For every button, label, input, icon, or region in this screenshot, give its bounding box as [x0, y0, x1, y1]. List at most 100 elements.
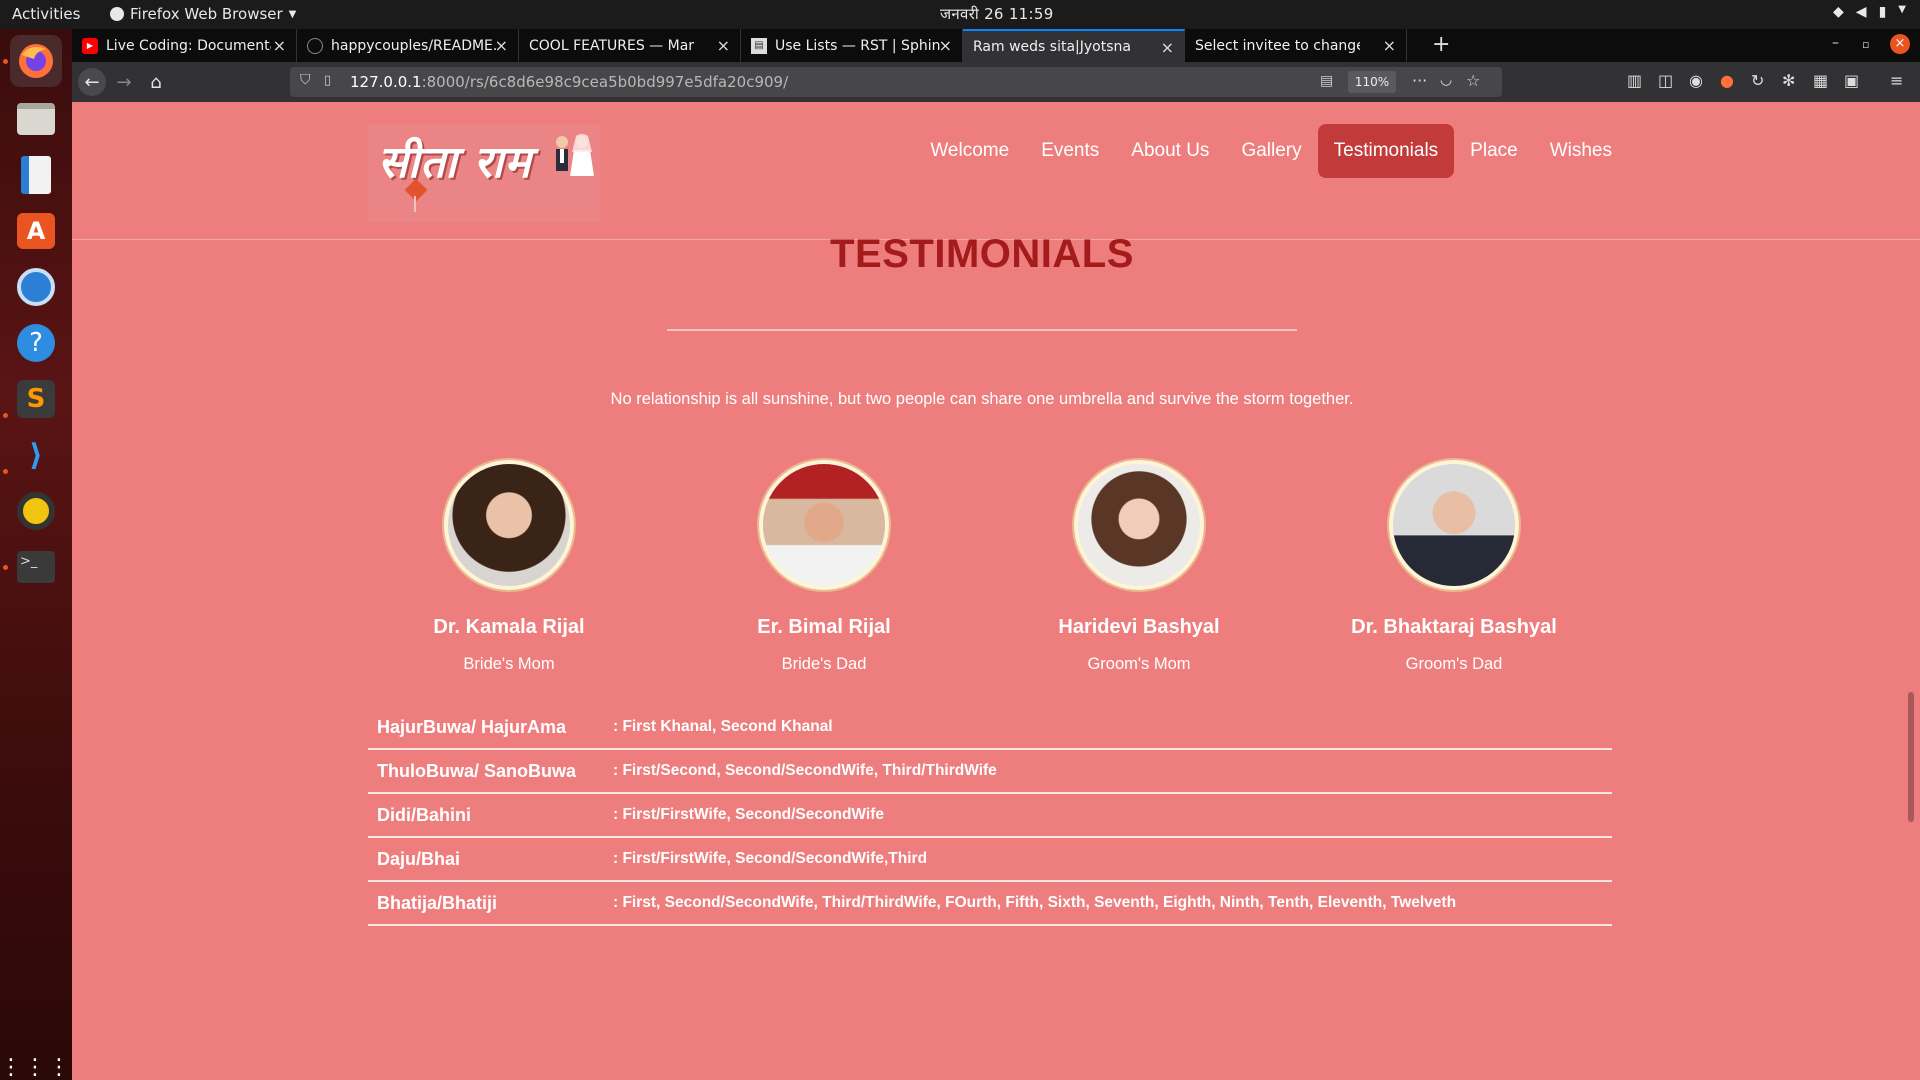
relation-key: HajurBuwa/ HajurAma: [377, 716, 567, 737]
relation-key: ThuloBuwa/ SanoBuwa: [377, 760, 577, 781]
nav-events[interactable]: Events: [1025, 124, 1115, 178]
nav-about-us[interactable]: About Us: [1115, 124, 1225, 178]
relation-value: : First, Second/SecondWife, Third/ThirdW…: [613, 894, 1457, 911]
tab-label: Select invitee to change | D: [1195, 37, 1360, 54]
zoom-level[interactable]: 110%: [1348, 71, 1396, 93]
nav-wishes[interactable]: Wishes: [1534, 124, 1628, 178]
battery-icon: ▮: [1878, 4, 1887, 20]
shield-icon[interactable]: ⛉: [300, 72, 311, 88]
account-icon[interactable]: ◉: [1689, 71, 1703, 90]
tab[interactable]: happycouples/README. ×: [297, 29, 519, 62]
vscode-icon[interactable]: ⟩: [10, 429, 62, 481]
avatar: [759, 460, 889, 590]
tab-label: Live Coding: Documentat: [106, 37, 271, 54]
home-icon[interactable]: ⌂: [142, 68, 170, 96]
app-menu-label: Firefox Web Browser: [130, 5, 283, 23]
hamburger-menu-icon[interactable]: ≡: [1890, 71, 1903, 90]
tab-label: Ram weds sita|Jyotsna: [973, 38, 1131, 55]
firefox-dock-icon[interactable]: [10, 35, 62, 87]
site-logo[interactable]: सीता राम: [368, 124, 600, 222]
nav-gallery[interactable]: Gallery: [1225, 124, 1317, 178]
relation-key: Bhatija/Bhatiji: [377, 892, 498, 913]
site-nav: Welcome Events About Us Gallery Testimon…: [914, 124, 1628, 178]
page-info-icon[interactable]: ▯: [324, 73, 331, 88]
running-indicator: [3, 59, 8, 64]
relations-table: HajurBuwa/ HajurAma : First Khanal, Seco…: [368, 706, 1612, 926]
tab-active[interactable]: Ram weds sita|Jyotsna ×: [963, 29, 1185, 62]
terminal-icon[interactable]: >_: [10, 541, 62, 593]
person-role: Groom's Mom: [1087, 655, 1191, 673]
url-host: 127.0.0.1: [350, 73, 422, 91]
person-name: Dr. Bhaktaraj Bashyal: [1351, 616, 1557, 638]
react-devtools-icon[interactable]: ✻: [1782, 71, 1795, 90]
notes-icon[interactable]: ▣: [1844, 71, 1859, 90]
new-tab-button[interactable]: +: [1432, 32, 1450, 57]
system-top-bar: Activities Firefox Web Browser ▼ जनवरी 2…: [0, 0, 1920, 29]
close-icon[interactable]: ×: [273, 36, 286, 55]
avatar: [1389, 460, 1519, 590]
more-actions-icon[interactable]: ···: [1412, 71, 1427, 90]
avatar: [444, 460, 574, 590]
person-card: Dr. Kamala Rijal Bride's Mom: [379, 460, 639, 674]
tab[interactable]: ▶ Live Coding: Documentat ×: [72, 29, 297, 62]
url-bar[interactable]: ⛉ ▯ 127.0.0.1:8000/rs/6c8d6e98c9cea5b0bd…: [290, 67, 1502, 97]
software-center-icon[interactable]: A: [10, 205, 62, 257]
running-indicator: [3, 413, 8, 418]
app-menu[interactable]: Firefox Web Browser ▼: [110, 5, 296, 23]
files-icon[interactable]: [10, 93, 62, 145]
close-icon[interactable]: ×: [495, 36, 508, 55]
reload-icon[interactable]: ↻: [1751, 71, 1764, 90]
show-applications-icon[interactable]: ⋮⋮⋮: [0, 1041, 70, 1080]
close-icon[interactable]: ×: [939, 36, 952, 55]
tab-bar: ▶ Live Coding: Documentat × happycouples…: [72, 29, 1920, 62]
close-window-icon[interactable]: ×: [1890, 34, 1910, 54]
extension-icon[interactable]: ●: [1720, 71, 1734, 90]
page-scrollbar[interactable]: [1908, 692, 1914, 822]
navigation-toolbar: ← → ⌂ ⛉ ▯ 127.0.0.1:8000/rs/6c8d6e98c9ce…: [72, 62, 1920, 102]
close-icon[interactable]: ×: [1161, 38, 1174, 57]
minimize-icon[interactable]: –: [1832, 35, 1839, 51]
forward-icon[interactable]: →: [110, 68, 138, 96]
library-icon[interactable]: ▥: [1627, 71, 1642, 90]
running-indicator: [3, 469, 8, 474]
dock: A ? S ⟩ >_ ⋮⋮⋮: [0, 29, 72, 1080]
system-tray[interactable]: ◆ ◀ ▮ ▼: [1833, 4, 1906, 20]
rhythmbox-icon[interactable]: [10, 485, 62, 537]
couple-icon: [556, 134, 594, 176]
relation-row: Didi/Bahini : First/FirstWife, Second/Se…: [368, 794, 1612, 838]
nav-testimonials[interactable]: Testimonials: [1317, 124, 1455, 178]
person-name: Dr. Kamala Rijal: [433, 616, 585, 638]
wifi-icon: ◆: [1833, 4, 1844, 20]
person-card: Dr. Bhaktaraj Bashyal Groom's Dad: [1324, 460, 1584, 674]
person-role: Groom's Dad: [1405, 655, 1503, 673]
tab[interactable]: COOL FEATURES — Marriag ×: [519, 29, 741, 62]
help-icon[interactable]: ?: [10, 317, 62, 369]
nav-place[interactable]: Place: [1454, 124, 1534, 178]
relation-row: Bhatija/Bhatiji : First, Second/SecondWi…: [368, 882, 1612, 926]
document-icon: ▤: [751, 37, 767, 54]
pocket-icon[interactable]: ◡: [1440, 72, 1452, 88]
testimonial-quote: No relationship is all sunshine, but two…: [610, 390, 1354, 408]
sublime-text-icon[interactable]: S: [10, 373, 62, 425]
tab[interactable]: Select invitee to change | D ×: [1185, 29, 1407, 62]
restore-icon[interactable]: ▫: [1862, 38, 1869, 51]
back-icon[interactable]: ←: [78, 68, 106, 96]
person-name: Er. Bimal Rijal: [757, 616, 891, 638]
activities-button[interactable]: Activities: [12, 5, 80, 23]
youtube-icon: ▶: [82, 37, 98, 54]
bookmark-star-icon[interactable]: ☆: [1466, 71, 1480, 90]
logo-kite-string: [414, 196, 416, 212]
clock[interactable]: जनवरी 26 11:59: [940, 4, 1054, 24]
reader-view-icon[interactable]: ▤: [1320, 73, 1333, 89]
extension-grid-icon[interactable]: ▦: [1813, 71, 1828, 90]
nav-welcome[interactable]: Welcome: [914, 124, 1025, 178]
thunderbird-icon[interactable]: [10, 261, 62, 313]
writer-icon[interactable]: [10, 149, 62, 201]
tab[interactable]: ▤ Use Lists — RST | Sphinx ×: [741, 29, 963, 62]
relation-key: Daju/Bhai: [377, 848, 461, 869]
close-icon[interactable]: ×: [717, 36, 730, 55]
title-divider: [667, 329, 1297, 331]
close-icon[interactable]: ×: [1383, 36, 1396, 55]
url-text: 127.0.0.1:8000/rs/6c8d6e98c9cea5b0bd997e…: [350, 73, 788, 91]
sidebar-icon[interactable]: ◫: [1658, 71, 1673, 90]
